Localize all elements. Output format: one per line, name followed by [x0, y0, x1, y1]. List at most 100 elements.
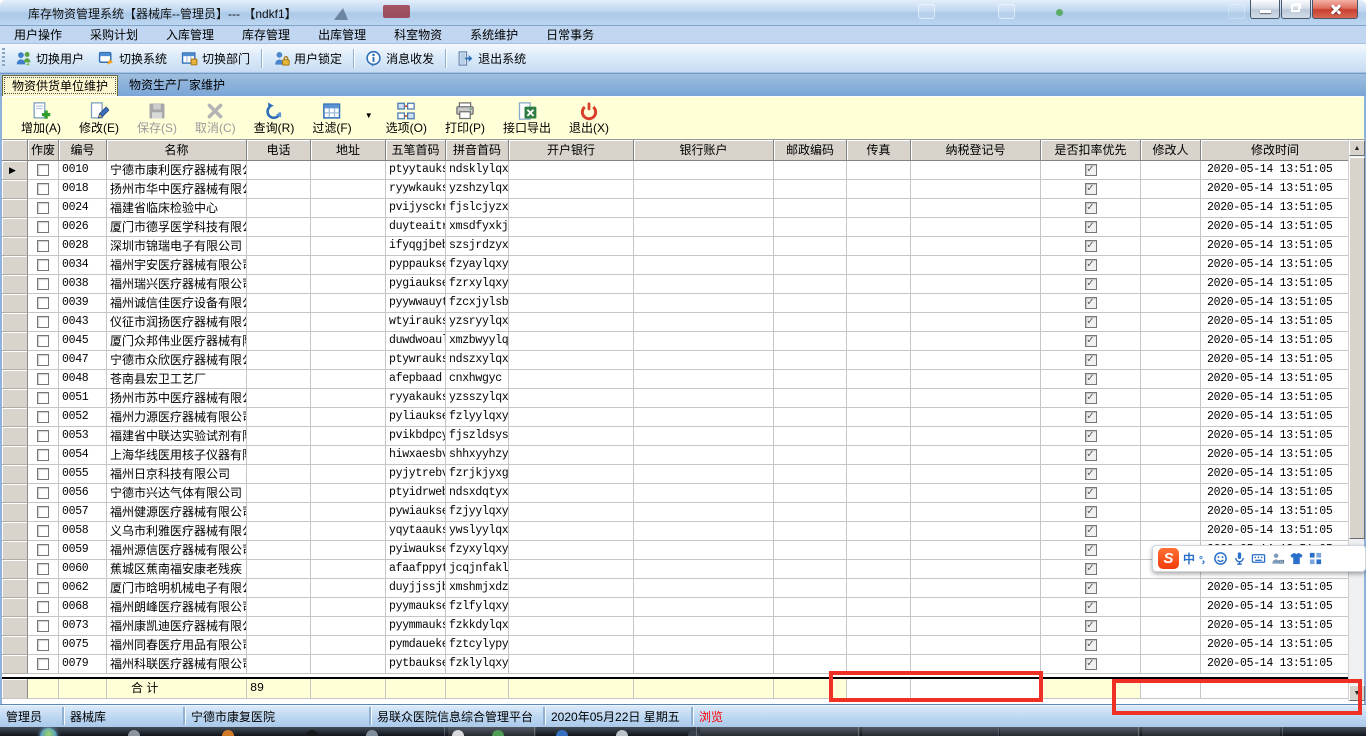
void-checkbox[interactable] [37, 259, 49, 271]
taskbar-window-button[interactable] [862, 727, 998, 736]
rate-priority-checkbox[interactable]: ✓ [1084, 278, 1097, 290]
scrollbar-thumb[interactable] [1349, 157, 1365, 539]
void-checkbox[interactable] [37, 563, 49, 575]
quick-button-user-lock[interactable]: 用户锁定 [266, 46, 349, 70]
skin-icon[interactable] [1289, 551, 1304, 566]
quick-button-logout[interactable]: 退出系统 [450, 46, 533, 70]
void-checkbox[interactable] [37, 183, 49, 195]
table-row[interactable]: 0075 福州同春医疗用品有限公司 pymdaueke fztcylypy ✓ 2020-… [2, 636, 1350, 655]
table-row[interactable]: 0045厦门众邦伟业医疗器械有限公司 duwdwoaulxmzbwyylq ✓ 202… [2, 332, 1350, 351]
void-checkbox[interactable] [37, 373, 49, 385]
close-button[interactable] [1312, 0, 1358, 19]
rate-priority-checkbox[interactable]: ✓ [1084, 354, 1097, 366]
void-checkbox[interactable] [37, 620, 49, 632]
table-row[interactable]: 0039福州诚信佳医疗设备有限公司 pyywwauytfzcxjylsb ✓ 2020… [2, 294, 1350, 313]
rate-priority-checkbox[interactable]: ✓ [1084, 373, 1097, 385]
void-checkbox[interactable] [37, 221, 49, 233]
void-checkbox[interactable] [37, 202, 49, 214]
table-row[interactable]: 0051扬州市苏中医疗器械有限公司 ryyakauksyzsszylqx ✓ 2020… [2, 389, 1350, 408]
rate-priority-checkbox[interactable]: ✓ [1084, 601, 1097, 613]
taskbar-app-icon[interactable] [616, 730, 628, 736]
restore-button[interactable] [1281, 0, 1311, 19]
rate-priority-checkbox[interactable]: ✓ [1084, 164, 1097, 176]
taskbar-app-icon[interactable] [128, 730, 140, 736]
menu-item-2[interactable]: 采购计划 [76, 26, 152, 44]
rate-priority-checkbox[interactable]: ✓ [1084, 240, 1097, 252]
table-row[interactable]: 0054上海华线医用核子仪器有限公司 hiwxaesbvshhxyyhzy ✓ 202… [2, 446, 1350, 465]
rate-priority-checkbox[interactable]: ✓ [1084, 449, 1097, 461]
rate-priority-checkbox[interactable]: ✓ [1084, 563, 1097, 575]
action-button-print[interactable]: 打印(P) [436, 100, 494, 137]
rate-priority-checkbox[interactable]: ✓ [1084, 392, 1097, 404]
voice-icon[interactable] [1232, 551, 1247, 566]
rate-priority-checkbox[interactable]: ✓ [1084, 221, 1097, 233]
scroll-up-button[interactable]: ▲ [1349, 140, 1365, 156]
rate-priority-checkbox[interactable]: ✓ [1084, 544, 1097, 556]
menu-item-6[interactable]: 科室物资 [380, 26, 456, 44]
menu-item-4[interactable]: 库存管理 [228, 26, 304, 44]
rate-priority-checkbox[interactable]: ✓ [1084, 468, 1097, 480]
taskbar-window-button[interactable] [1142, 727, 1280, 736]
sogou-logo[interactable]: S [1158, 548, 1179, 569]
emoji-icon[interactable] [1213, 551, 1228, 566]
quick-button-switch-user[interactable]: 切换用户 [8, 46, 91, 70]
taskbar-app-icon[interactable] [306, 730, 318, 736]
minimize-button[interactable] [1250, 0, 1280, 19]
table-row[interactable]: 0068 福州朗峰医疗器械有限公司 pyymaukse fzlfylqxy ✓ 2020-… [2, 598, 1350, 617]
rate-priority-checkbox[interactable]: ✓ [1084, 639, 1097, 651]
action-button-edit[interactable]: 修改(E) [70, 100, 128, 137]
table-row[interactable]: 0055 福州日京科技有限公司 pyjytrebv fzrjkjyxg ✓ 2020-05… [2, 465, 1350, 484]
taskbar-window-button[interactable] [1000, 727, 1140, 736]
void-checkbox[interactable] [37, 658, 49, 670]
table-row[interactable]: 0026厦门市德孚医学科技有限公司 duyteaitrxmsdfyxkj ✓ 2020… [2, 218, 1350, 237]
table-row[interactable]: 0047宁德市众欣医疗器械有限公司 ptywrauksndszxylqx ✓ 2020… [2, 351, 1350, 370]
filter-dropdown-button[interactable]: ▼ [361, 111, 377, 120]
action-button-filter[interactable]: 过滤(F) [303, 100, 360, 137]
taskbar-app-icon[interactable] [222, 730, 234, 736]
action-button-options[interactable]: 选项(O) [377, 100, 436, 137]
void-checkbox[interactable] [37, 506, 49, 518]
table-row[interactable]: 0018扬州市华中医疗器械有限公司 ryywkauksyzshzylqx ✓ 2020… [2, 180, 1350, 199]
rate-priority-checkbox[interactable]: ✓ [1084, 316, 1097, 328]
chinese-mode-icon[interactable]: 中 [1183, 550, 1195, 567]
action-button-add[interactable]: 增加(A) [12, 100, 70, 137]
void-checkbox[interactable] [37, 316, 49, 328]
table-row[interactable]: 0058义乌市利雅医疗器械有限公司 yqytaauksywslyylqx ✓ 2020… [2, 522, 1350, 541]
rate-priority-checkbox[interactable]: ✓ [1084, 582, 1097, 594]
void-checkbox[interactable] [37, 297, 49, 309]
rate-priority-checkbox[interactable]: ✓ [1084, 411, 1097, 423]
menu-item-1[interactable]: 用户操作 [0, 26, 76, 44]
table-row[interactable]: 0073福州康凯迪医疗器械有限公司 pyymmauksfzkkdylqx ✓ 2020… [2, 617, 1350, 636]
void-checkbox[interactable] [37, 240, 49, 252]
void-checkbox[interactable] [37, 639, 49, 651]
void-checkbox[interactable] [37, 468, 49, 480]
menu-item-8[interactable]: 日常事务 [532, 26, 608, 44]
vertical-scrollbar[interactable]: ▲ ▼ [1348, 140, 1365, 701]
table-row[interactable]: 0052 福州力源医疗器械有限公司 pyliaukse fzlyylqxy ✓ 2020-… [2, 408, 1350, 427]
tab-2[interactable]: 物资生产厂家维护 [120, 75, 234, 96]
taskbar-window-button[interactable] [700, 727, 860, 736]
void-checkbox[interactable] [37, 601, 49, 613]
table-row[interactable]: 0062厦门市晗明机械电子有限公司 duyjjssjbxmshmjxdz ✓ 2020… [2, 579, 1350, 598]
void-checkbox[interactable] [37, 525, 49, 537]
taskbar-app-icon[interactable] [688, 730, 700, 736]
reader-icon[interactable]: 24 [1270, 551, 1285, 566]
rate-priority-checkbox[interactable]: ✓ [1084, 658, 1097, 670]
table-row[interactable]: 0057 福州健源医疗器械有限公司 pywiaukse fzjyylqxy ✓ 2020-… [2, 503, 1350, 522]
action-button-excel-export[interactable]: 接口导出 [494, 100, 560, 137]
table-row[interactable]: 0038 福州瑞兴医疗器械有限公司 pygiaukse fzrxylqxy ✓ 2020-… [2, 275, 1350, 294]
table-row[interactable]: 0043仪征市润扬医疗器械有限公司 wtyirauksyzsryylqx ✓ 2020… [2, 313, 1350, 332]
rate-priority-checkbox[interactable]: ✓ [1084, 525, 1097, 537]
action-button-query[interactable]: 查询(R) [245, 100, 304, 137]
rate-priority-checkbox[interactable]: ✓ [1084, 487, 1097, 499]
void-checkbox[interactable] [37, 354, 49, 366]
rate-priority-checkbox[interactable]: ✓ [1084, 430, 1097, 442]
quick-button-message[interactable]: 消息收发 [358, 46, 441, 70]
menu-item-5[interactable]: 出库管理 [304, 26, 380, 44]
table-row[interactable]: 0028 深圳市锦瑞电子有限公司 ifyqgjbeb szsjrdzyx ✓ 2020-0… [2, 237, 1350, 256]
void-checkbox[interactable] [37, 164, 49, 176]
table-row[interactable]: 0034 福州宇安医疗器械有限公司 pyppaukse fzyaylqxy ✓ 2020-… [2, 256, 1350, 275]
punctuation-icon[interactable]: °， [1199, 551, 1211, 566]
table-row[interactable]: 0059福州源信医疗器械有限公司pyiwauksefzyxylqxy✓2020-… [2, 541, 1350, 560]
void-checkbox[interactable] [37, 430, 49, 442]
